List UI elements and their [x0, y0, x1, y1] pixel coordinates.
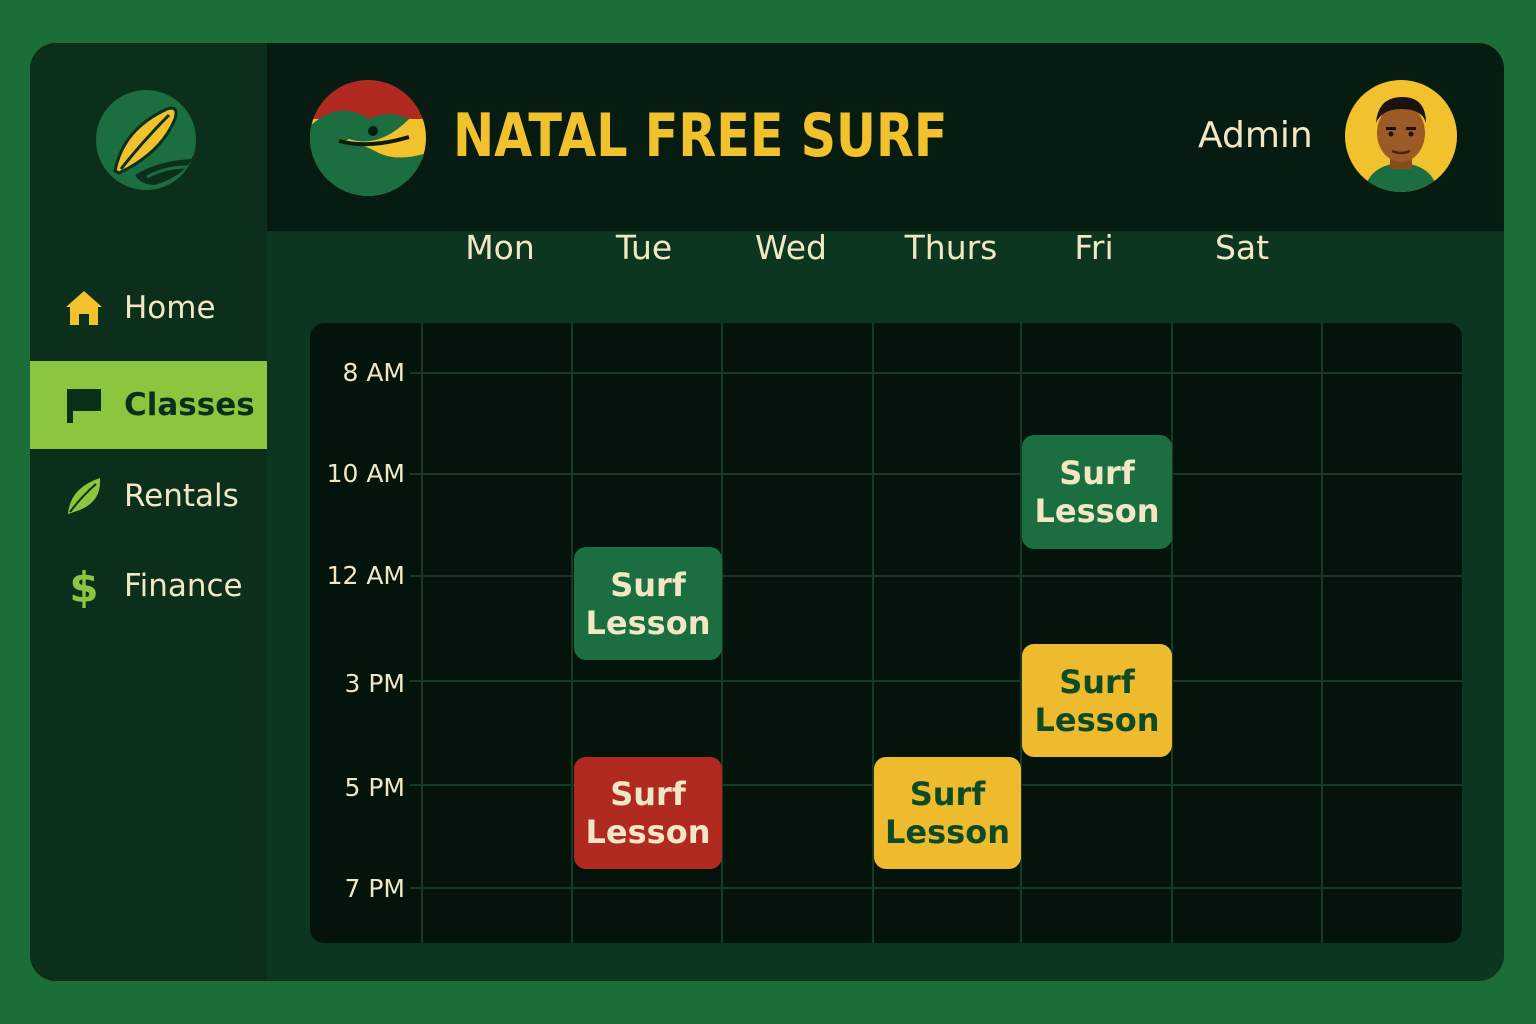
sidebar-item-home[interactable]: Home [30, 273, 267, 343]
time-label-5pm: 5 PM [344, 773, 406, 802]
event-fri-3pm[interactable]: Surf Lesson [1022, 644, 1172, 757]
event-title-line2: Lesson [585, 813, 711, 851]
event-title-line1: Surf [1059, 662, 1135, 701]
time-label-3pm: 3 PM [344, 669, 406, 698]
time-label-7pm: 7 PM [344, 874, 406, 903]
user-role-label: Admin [1198, 115, 1313, 156]
event-thurs-5pm[interactable]: Surf Lesson [874, 757, 1021, 869]
surf-wave-logo-icon[interactable] [309, 79, 427, 197]
schedule-grid: 8 AM 10 AM 12 AM 3 PM 5 PM 7 PM Surf Les… [310, 323, 1462, 943]
event-title-line1: Surf [909, 775, 986, 813]
event-title-line1: Surf [610, 565, 686, 604]
flag-icon [64, 385, 104, 425]
event-title-line2: Lesson [1034, 492, 1160, 530]
leaf-icon [64, 476, 104, 516]
surfboard-leaf-logo-icon[interactable] [95, 89, 197, 191]
dollar-icon: $ [64, 564, 104, 608]
event-fri-10am[interactable]: Surf Lesson [1022, 435, 1172, 549]
sidebar-item-finance[interactable]: $ Finance [30, 543, 267, 629]
event-title-line2: Lesson [885, 813, 1010, 851]
sidebar-item-label: Home [124, 290, 216, 326]
event-title-line2: Lesson [1034, 700, 1160, 739]
day-header-wed: Wed [755, 228, 827, 267]
event-title-line2: Lesson [585, 603, 711, 642]
sidebar-item-label: Rentals [124, 478, 239, 514]
day-header-mon: Mon [465, 228, 535, 267]
event-title-line1: Surf [610, 775, 686, 813]
sidebar-item-rentals[interactable]: Rentals [30, 449, 267, 543]
sidebar: Home Classes Rentals $ Finance [30, 43, 267, 981]
svg-text:$: $ [69, 564, 98, 608]
event-tue-5pm[interactable]: Surf Lesson [574, 757, 722, 869]
day-header-fri: Fri [1074, 228, 1114, 267]
sidebar-item-label: Finance [124, 568, 243, 604]
sidebar-item-classes[interactable]: Classes [30, 361, 267, 449]
time-label-8am: 8 AM [342, 358, 405, 387]
user-avatar[interactable] [1344, 79, 1458, 193]
sidebar-item-label: Classes [124, 387, 255, 423]
time-label-10am: 10 AM [326, 459, 405, 488]
event-tue-12am[interactable]: Surf Lesson [574, 547, 722, 660]
time-label-12am: 12 AM [326, 561, 405, 590]
day-header-sat: Sat [1214, 228, 1270, 267]
day-header-tue: Tue [615, 228, 673, 267]
top-header: NATAL FREE SURF Admin [267, 43, 1504, 231]
day-header-thurs: Thurs [904, 228, 998, 267]
home-icon [64, 288, 104, 328]
sidebar-nav: Home Classes Rentals $ Finance [30, 275, 267, 629]
event-title-line1: Surf [1059, 454, 1135, 492]
brand-name: NATAL FREE SURF [453, 101, 948, 171]
